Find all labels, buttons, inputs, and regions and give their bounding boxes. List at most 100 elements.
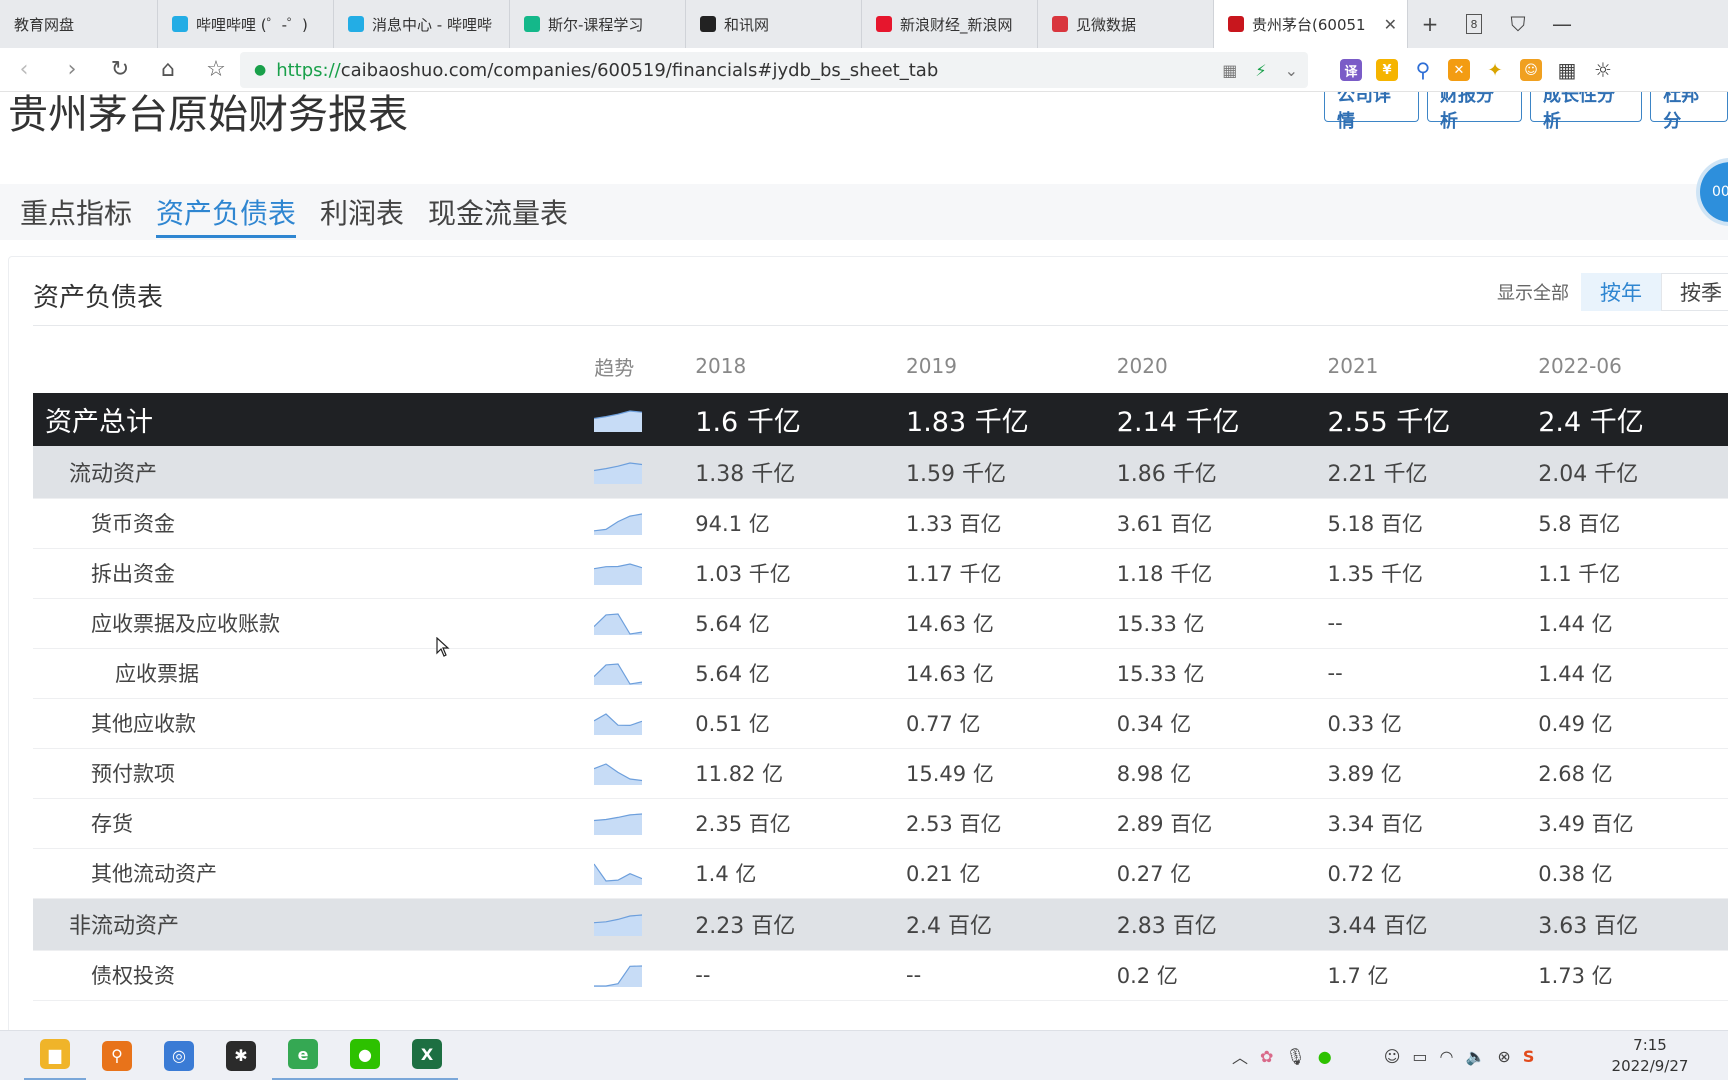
row-value: 1.44 亿 [1538,648,1728,699]
tray-wechat-icon[interactable]: ● [1318,1047,1332,1066]
table-row[interactable]: 预付款项 11.82 亿 15.49 亿 8.98 亿 3.89 亿 2.68 亿 [33,748,1728,799]
taskbar-app[interactable]: ▆ [24,1031,86,1080]
row-value: 1.1 千亿 [1538,548,1728,599]
row-value: 1.35 千亿 [1327,548,1539,599]
browser-tab[interactable]: 和讯网 [686,0,862,48]
home-icon[interactable]: ⌂ [144,48,192,92]
taskbar-app[interactable]: ● [334,1031,396,1080]
address-bar[interactable]: ● https://caibaoshuo.com/companies/60051… [240,52,1308,88]
minimize-icon[interactable]: — [1540,0,1584,48]
row-value: 3.89 亿 [1327,748,1539,799]
header-label-col [33,339,594,393]
card-title: 资产负债表 [33,283,164,313]
period-button[interactable]: 按年 [1581,273,1661,311]
row-value: 2.4 千亿 [1538,393,1728,446]
row-value: 2.53 百亿 [906,798,1117,849]
volume-icon[interactable]: 🔈 [1465,1047,1485,1066]
table-row[interactable]: 应收票据 5.64 亿 14.63 亿 15.33 亿 -- 1.44 亿 [33,648,1728,699]
system-clock[interactable]: 7:15 2022/9/27 [1610,1035,1690,1077]
forward-icon[interactable]: › [48,48,96,92]
translate-icon[interactable]: 译 [1340,59,1362,81]
row-value: 15.33 亿 [1116,648,1328,699]
row-value: 2.23 百亿 [695,898,907,951]
skin-icon[interactable]: ⛉ [1496,0,1540,48]
browser-tab[interactable]: 斯尔-课程学习 [510,0,686,48]
row-label: 债权投资 [33,950,595,1001]
search-app-icon: ⚲ [102,1040,132,1071]
row-trend [594,698,696,749]
taskbar-app[interactable]: ✱ [210,1031,272,1080]
table-row[interactable]: 其他应收款 0.51 亿 0.77 亿 0.34 亿 0.33 亿 0.49 亿 [33,698,1728,749]
browser-tab[interactable]: 新浪财经_新浪网 [862,0,1038,48]
shield-icon[interactable]: ¥ [1376,59,1398,81]
taskbar-app[interactable]: ◎ [148,1031,210,1080]
company-nav-button[interactable]: 公司详情 [1324,92,1419,132]
new-tab-icon[interactable]: + [1408,0,1452,48]
cat-icon[interactable]: ☺ [1520,59,1542,81]
row-label: 流动资产 [33,446,595,499]
row-value: 1.33 百亿 [906,498,1117,549]
browser-toolbar: ‹ › ↻ ⌂ ☆ ● https://caibaoshuo.com/compa… [0,48,1728,92]
tab-title: 见微数据 [1076,15,1137,34]
browser-tab[interactable]: 贵州茅台(60051 ✕ [1214,0,1408,48]
company-nav-button[interactable]: 成长性分析 [1530,92,1643,132]
show-all-link[interactable]: 显示全部 [1497,279,1569,305]
statement-tab[interactable]: 现金流量表 [428,184,568,240]
browser-tab[interactable]: 哔哩哔哩 (゜-゜) [158,0,334,48]
table-row[interactable]: 非流动资产 2.23 百亿 2.4 百亿 2.83 百亿 3.44 百亿 3.63 百亿 [33,898,1728,951]
browser-tab[interactable]: 见微数据 [1038,0,1214,48]
close-box-icon[interactable]: ✕ [1448,59,1470,81]
table-row[interactable]: 债权投资 -- -- 0.2 亿 1.7 亿 1.73 亿 [33,950,1728,1001]
chevron-down-icon[interactable]: ⌄ [1285,61,1298,80]
statement-tab[interactable]: 利润表 [320,184,404,240]
company-nav-button[interactable]: 杜邦分 [1650,92,1728,132]
close-icon[interactable]: ✕ [1384,15,1397,34]
browser-tab[interactable]: 消息中心 - 哔哩哔 [334,0,510,48]
row-value: 1.86 千亿 [1116,446,1328,499]
tray-app-icon[interactable]: ✿ [1260,1047,1273,1066]
brightness-icon[interactable]: ☼ [1592,58,1614,82]
grid-menu-icon[interactable]: ▦ [1556,58,1578,82]
company-nav-button[interactable]: 财报分析 [1427,92,1522,132]
lightning-icon[interactable]: ⚡ [1255,61,1266,80]
fox-icon[interactable]: ✦ [1484,59,1506,81]
row-value: 1.6 千亿 [695,393,907,446]
row-trend [594,898,696,951]
row-value: 5.8 百亿 [1538,498,1728,549]
table-row[interactable]: 存货 2.35 百亿 2.53 百亿 2.89 百亿 3.34 百亿 3.49 百亿 [33,798,1728,849]
row-value: 1.73 亿 [1538,950,1728,1001]
taskbar-app[interactable]: X [396,1031,458,1080]
table-row[interactable]: 资产总计 1.6 千亿 1.83 千亿 2.14 千亿 2.55 千亿 2.4 千亿 [33,393,1728,446]
table-row[interactable]: 流动资产 1.38 千亿 1.59 千亿 1.86 千亿 2.21 千亿 2.04 千亿 [33,446,1728,499]
tray-chevron-up-icon[interactable]: ︿ [1232,1044,1248,1068]
search-icon[interactable]: ⚲ [1412,58,1434,82]
taskbar-app[interactable]: e [272,1031,334,1080]
microphone-icon[interactable]: 🎙 [1285,1047,1305,1066]
statement-tab[interactable]: 重点指标 [20,184,132,240]
tray-qq-icon[interactable]: ☺ [1384,1047,1401,1066]
bookmark-star-icon[interactable]: ☆ [192,48,240,92]
taskbar-app[interactable]: ⚲ [86,1031,148,1080]
tab-title: 哔哩哔哩 (゜-゜) [196,15,308,34]
tab-count-button[interactable]: 8 [1452,0,1496,48]
wifi-icon[interactable]: ◠ [1440,1047,1454,1066]
browser-tab[interactable]: 教育网盘 [0,0,158,48]
tab-favicon-icon [172,16,188,32]
table-row[interactable]: 应收票据及应收账款 5.64 亿 14.63 亿 15.33 亿 -- 1.44 亿 [33,598,1728,649]
sparkline-area [594,664,643,685]
back-icon[interactable]: ‹ [0,48,48,92]
table-row[interactable]: 拆出资金 1.03 千亿 1.17 千亿 1.18 千亿 1.35 千亿 1.1 千亿 [33,548,1728,599]
statement-tab[interactable]: 资产负债表 [156,184,297,240]
row-value: 0.2 亿 [1116,950,1328,1001]
table-row[interactable]: 其他流动资产 1.4 亿 0.21 亿 0.27 亿 0.72 亿 0.38 亿 [33,848,1728,899]
table-row[interactable]: 货币资金 94.1 亿 1.33 百亿 3.61 百亿 5.18 百亿 5.8 百亿 [33,498,1728,549]
system-tray: ︿ ✿ 🎙 ● ☺ ▭ ◠ 🔈 ⊗ S [1232,1031,1534,1080]
row-trend [594,648,696,699]
start-edge[interactable] [0,1031,24,1080]
tray-close-icon[interactable]: ⊗ [1497,1047,1510,1066]
tray-s-icon[interactable]: S [1523,1047,1535,1066]
period-button[interactable]: 按季 [1661,273,1728,311]
qr-code-icon[interactable]: ▦ [1222,61,1237,80]
reload-icon[interactable]: ↻ [96,48,144,92]
battery-icon[interactable]: ▭ [1412,1047,1427,1066]
